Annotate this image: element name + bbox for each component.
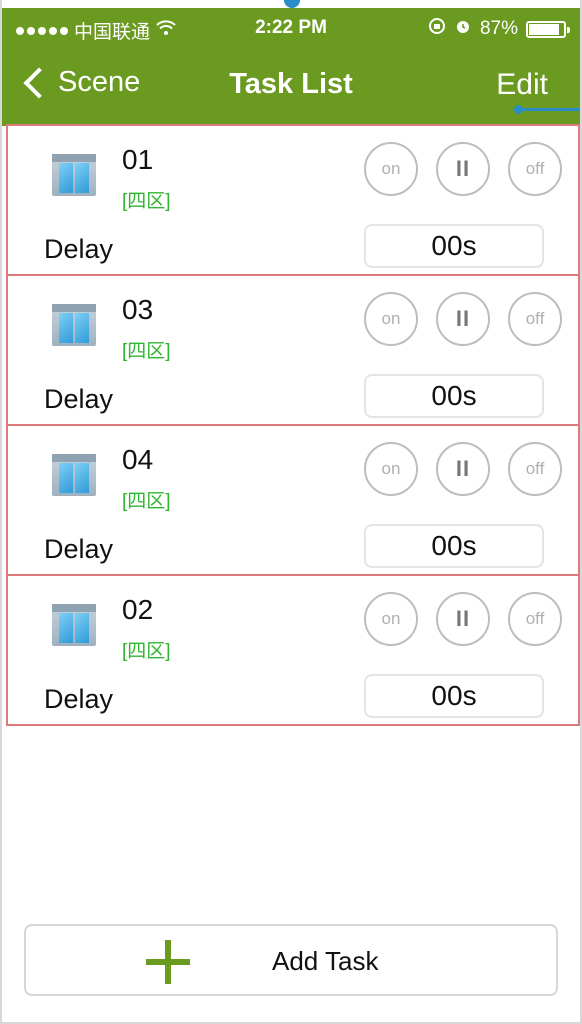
task-zone: [四区] — [122, 341, 171, 362]
lock-rotation-icon — [428, 17, 446, 41]
task-name: 04 — [122, 444, 154, 475]
task-zone: [四区] — [122, 491, 171, 512]
on-button[interactable]: on — [364, 592, 418, 646]
alarm-icon — [454, 17, 472, 41]
curtain-icon — [52, 304, 96, 346]
annotation-pointer — [514, 105, 580, 114]
edit-button[interactable]: Edit — [496, 68, 548, 102]
off-button[interactable]: off — [508, 292, 562, 346]
battery-percent: 87% — [479, 18, 518, 39]
task-zone: [四区] — [122, 191, 171, 212]
delay-label: Delay — [44, 534, 114, 564]
status-right: 87% — [428, 17, 570, 41]
task-card: 01 [四区] on II off Delay 00s — [6, 124, 580, 276]
delay-label: Delay — [44, 234, 114, 264]
task-name: 01 — [122, 144, 154, 175]
page-title: Task List — [229, 68, 353, 100]
off-button[interactable]: off — [508, 442, 562, 496]
add-task-label: Add Task — [272, 946, 379, 976]
task-zone: [四区] — [122, 641, 171, 662]
delay-input[interactable]: 00s — [364, 374, 544, 418]
on-button[interactable]: on — [364, 142, 418, 196]
pause-button[interactable]: II — [436, 292, 490, 346]
delay-input[interactable]: 00s — [364, 524, 544, 568]
on-button[interactable]: on — [364, 292, 418, 346]
task-card: 02 [四区] on II off Delay 00s — [6, 574, 580, 726]
add-task-button[interactable]: Add Task — [24, 924, 558, 996]
task-card: 04 [四区] on II off Delay 00s — [6, 424, 580, 576]
delay-label: Delay — [44, 684, 114, 714]
status-bar: 中国联通 2:22 PM 87% — [2, 8, 580, 48]
pause-button[interactable]: II — [436, 592, 490, 646]
curtain-icon — [52, 454, 96, 496]
curtain-icon — [52, 154, 96, 196]
on-button[interactable]: on — [364, 442, 418, 496]
nav-bar: Scene Task List Edit — [2, 56, 580, 116]
delay-label: Delay — [44, 384, 114, 414]
screen: 中国联通 2:22 PM 87% Scene Task List Edit 01… — [0, 0, 582, 1024]
pause-button[interactable]: II — [436, 442, 490, 496]
task-name: 03 — [122, 294, 154, 325]
annotation-marker — [284, 0, 300, 8]
task-list: 01 [四区] on II off Delay 00s 03 [四区] on I… — [6, 124, 580, 726]
off-button[interactable]: off — [508, 592, 562, 646]
task-card: 03 [四区] on II off Delay 00s — [6, 274, 580, 426]
delay-input[interactable]: 00s — [364, 674, 544, 718]
task-name: 02 — [122, 594, 154, 625]
pause-button[interactable]: II — [436, 142, 490, 196]
top-bar: 中国联通 2:22 PM 87% Scene Task List Edit — [2, 8, 580, 126]
plus-icon — [146, 940, 190, 984]
battery-icon — [526, 20, 570, 38]
delay-input[interactable]: 00s — [364, 224, 544, 268]
curtain-icon — [52, 604, 96, 646]
off-button[interactable]: off — [508, 142, 562, 196]
